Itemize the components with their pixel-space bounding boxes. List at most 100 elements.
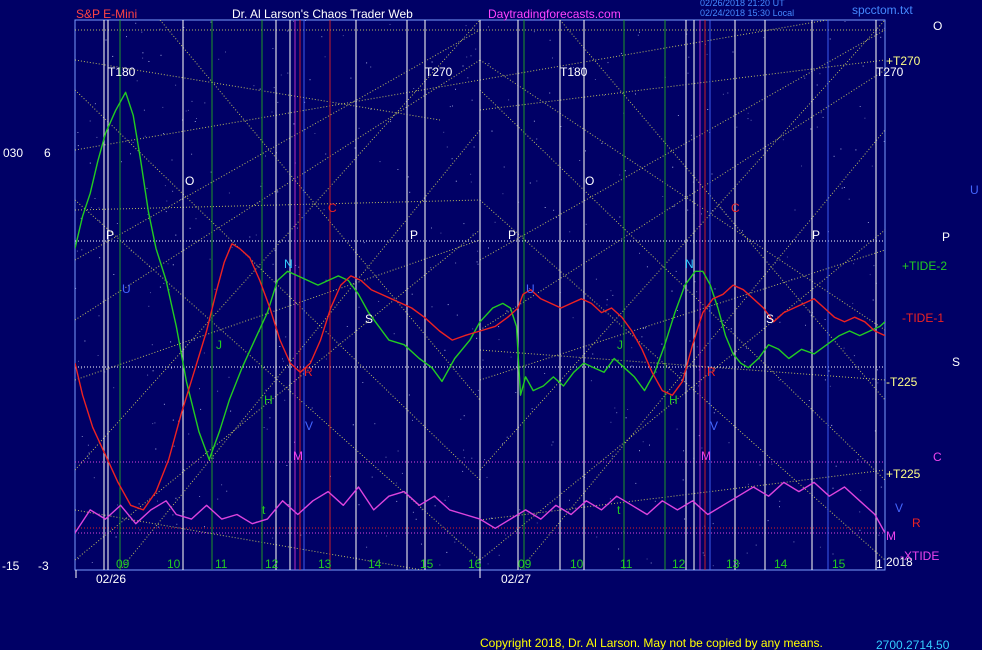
label-v: V (895, 501, 903, 515)
star (446, 146, 448, 148)
star (477, 389, 479, 391)
star (536, 522, 538, 524)
star (363, 242, 365, 244)
star (878, 534, 880, 536)
star (805, 324, 806, 326)
star (786, 256, 788, 258)
star (255, 234, 257, 236)
star (732, 51, 734, 53)
star (680, 372, 682, 374)
hour-label: 10 (570, 557, 584, 571)
star (200, 408, 202, 410)
star (272, 48, 274, 49)
star (163, 403, 165, 405)
star (455, 262, 457, 264)
star (412, 419, 413, 421)
annotation: R (304, 365, 313, 379)
hour-label: 13 (726, 557, 740, 571)
star (217, 498, 219, 500)
star (533, 120, 535, 122)
star (175, 234, 177, 236)
star (260, 185, 262, 187)
annotation: M (701, 449, 711, 463)
star (151, 344, 153, 346)
star (794, 209, 796, 211)
star (481, 367, 482, 369)
star (466, 56, 468, 58)
star (443, 131, 445, 133)
label-tide2: +TIDE-2 (902, 259, 947, 273)
star (624, 170, 626, 172)
star (611, 455, 613, 457)
star (77, 145, 79, 147)
star (462, 470, 464, 472)
star (476, 261, 478, 263)
star (385, 456, 387, 458)
star (782, 139, 784, 141)
label-s: S (952, 355, 960, 369)
star (76, 250, 78, 252)
star (157, 500, 158, 502)
star (463, 223, 465, 225)
star (409, 191, 411, 193)
star (531, 408, 533, 410)
star (505, 534, 507, 536)
star (610, 290, 612, 292)
star (187, 109, 189, 111)
star (843, 347, 845, 349)
star (544, 373, 546, 374)
star (688, 56, 690, 58)
star (690, 134, 692, 136)
star (444, 349, 446, 351)
star (415, 518, 417, 520)
star (646, 558, 648, 560)
label-r: R (912, 516, 921, 530)
star (829, 38, 831, 40)
star (272, 263, 274, 265)
star (287, 30, 289, 32)
star (871, 165, 873, 167)
star (203, 352, 205, 354)
star (126, 36, 127, 38)
chaos-chart: S&P E-Mini Dr. Al Larson's Chaos Trader … (2, 0, 979, 650)
star (639, 31, 640, 33)
star (618, 548, 620, 550)
date-label-1: 02/26 (96, 572, 126, 586)
star (490, 517, 492, 519)
star (867, 222, 869, 223)
star (487, 563, 489, 565)
site-url[interactable]: Daytradingforecasts.com (488, 7, 621, 21)
star (616, 412, 618, 414)
star (730, 328, 732, 330)
star (552, 441, 554, 443)
star (284, 399, 286, 401)
star (163, 133, 165, 134)
star (470, 55, 472, 57)
y-axis-bottom-right: -3 (38, 559, 49, 573)
star (113, 274, 115, 275)
hour-label: 16 (468, 557, 482, 571)
star (401, 472, 403, 474)
star (463, 415, 465, 417)
star (676, 428, 678, 430)
star (113, 387, 115, 389)
star (488, 247, 489, 249)
star (78, 558, 79, 560)
star (477, 263, 479, 265)
star (265, 155, 266, 157)
star (488, 63, 490, 65)
star (759, 464, 761, 466)
star (471, 99, 473, 101)
star (650, 562, 652, 564)
star (536, 138, 538, 140)
star (746, 347, 747, 349)
star (167, 263, 169, 265)
star (454, 541, 456, 543)
star (431, 61, 433, 63)
star (314, 133, 316, 134)
star (265, 389, 267, 391)
star (431, 306, 433, 308)
star (484, 459, 486, 461)
star (152, 370, 154, 372)
star (172, 514, 174, 516)
